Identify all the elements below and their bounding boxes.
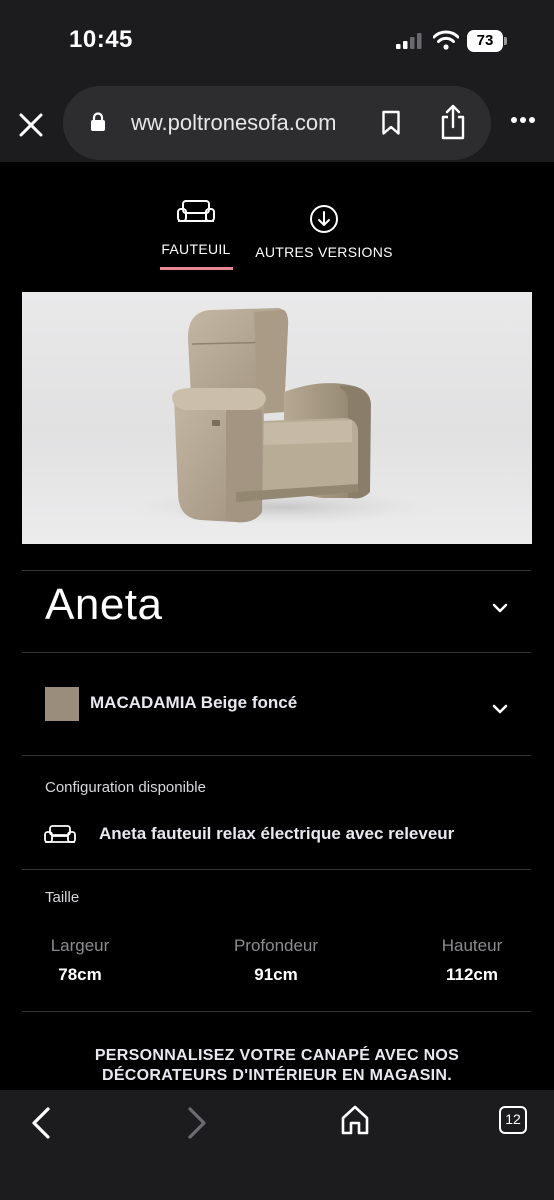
status-bar: 10:45 73 [0,0,554,80]
cta-line-1: PERSONNALISEZ VOTRE CANAPÉ AVEC NOS [94,1047,460,1064]
divider [22,755,531,756]
wifi-icon [433,30,459,50]
recliner-armchair-image [132,308,432,525]
forward-icon[interactable] [186,1106,208,1140]
product-tabs: FAUTEUIL AUTRES VERSIONS [0,190,554,280]
dimension-label: Hauteur [441,936,503,955]
active-tab-indicator [160,267,233,270]
tabs-button[interactable]: 12 [499,1106,527,1134]
cta-line-2: DÉCORATEURS D'INTÉRIEUR EN MAGASIN. [101,1067,453,1084]
dimension-width: Largeur 78cm [44,936,116,985]
armchair-icon [177,200,215,222]
dimension-value: 78cm [58,965,102,984]
lock-icon [91,112,105,131]
divider [22,570,531,571]
more-options-icon[interactable] [510,116,536,124]
size-label: Taille [45,889,80,906]
back-icon[interactable] [30,1106,52,1140]
divider [22,652,531,653]
bookmark-icon[interactable] [381,110,401,136]
color-name[interactable]: MACADAMIA Beige foncé [90,693,297,713]
home-icon[interactable] [340,1104,370,1136]
browser-bottom-bar: 12 [0,1090,554,1200]
close-icon[interactable] [18,112,44,138]
dimension-label: Largeur [50,936,110,955]
tab-autres-versions[interactable]: AUTRES VERSIONS [252,190,396,260]
dimension-value: 91cm [254,965,298,984]
configuration-name[interactable]: Aneta fauteuil relax électrique avec rel… [99,824,454,844]
chevron-down-icon[interactable] [492,603,508,613]
color-swatch[interactable] [45,687,79,721]
dimension-value: 112cm [446,965,498,984]
dimension-height: Hauteur 112cm [432,936,512,985]
tab-fauteuil[interactable]: FAUTEUIL [158,190,234,257]
tab-autres-versions-label: AUTRES VERSIONS [255,244,393,260]
dimension-label: Profondeur [233,936,319,955]
configuration-label: Configuration disponible [45,779,206,796]
sofa-icon [44,825,76,843]
battery-level: 73 [467,30,503,52]
address-bar[interactable]: ww.poltronesofa.com [63,86,491,160]
tab-fauteuil-label: FAUTEUIL [161,241,231,257]
divider [22,1011,531,1012]
download-circle-icon [310,205,338,233]
browser-toolbar: ww.poltronesofa.com [0,80,554,162]
url-text[interactable]: ww.poltronesofa.com [131,110,336,136]
status-time: 10:45 [69,26,133,53]
battery-icon: 73 [467,30,507,52]
personalize-cta: PERSONNALISEZ VOTRE CANAPÉ AVEC NOS DÉCO… [40,1046,514,1086]
product-image [22,292,532,544]
divider [22,869,531,870]
cellular-signal-icon [396,33,422,49]
share-icon[interactable] [439,104,467,140]
product-title: Aneta [45,580,163,629]
chevron-down-icon[interactable] [492,704,508,714]
dimension-depth: Profondeur 91cm [222,936,330,985]
